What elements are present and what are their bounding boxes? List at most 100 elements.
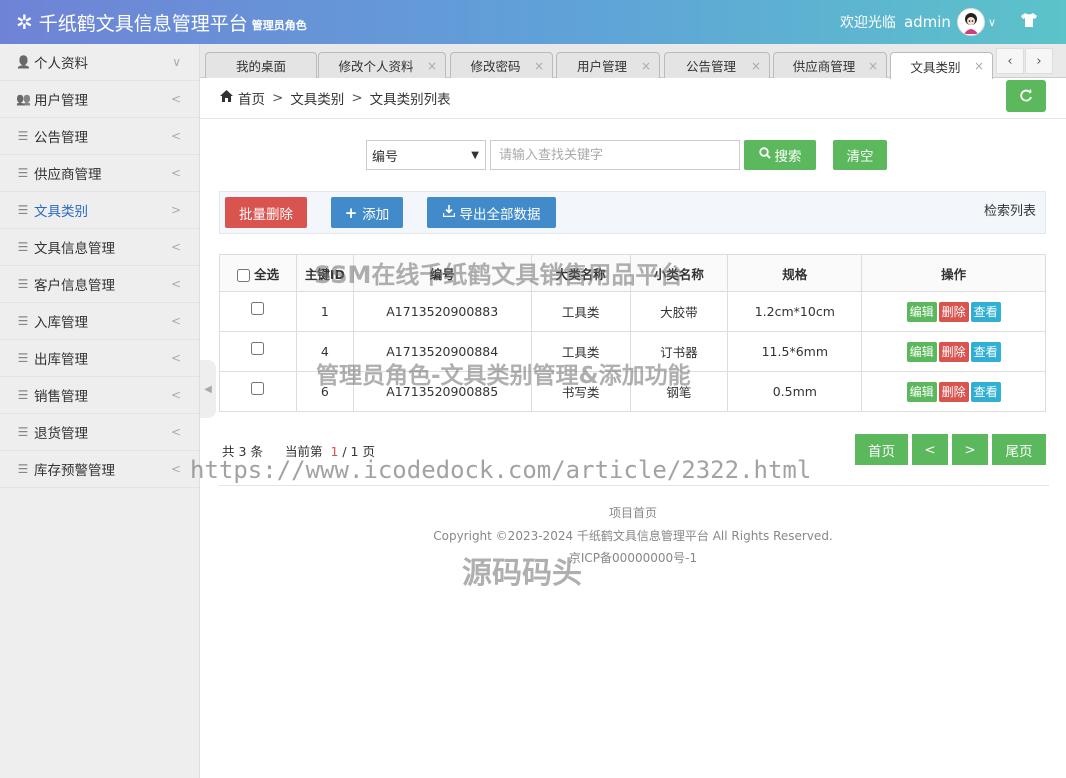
sidebar-item[interactable]: ☰ 退货管理 < — [0, 414, 199, 451]
sidebar-item[interactable]: ☰ 公告管理 < — [0, 118, 199, 155]
delete-button[interactable]: 删除 — [938, 381, 969, 402]
refresh-icon — [1020, 89, 1032, 102]
avatar-image — [963, 13, 978, 34]
username[interactable]: admin — [904, 13, 951, 31]
tab-label: 修改密码 — [470, 59, 521, 74]
edit-button[interactable]: 编辑 — [906, 341, 937, 362]
tab-label: 用户管理 — [576, 59, 627, 74]
search-button[interactable]: 搜索 — [744, 140, 816, 170]
breadcrumb-separator: > — [351, 90, 363, 106]
close-icon[interactable]: × — [534, 59, 544, 73]
sidebar-item[interactable]: ☰ 文具信息管理 < — [0, 229, 199, 266]
row-checkbox[interactable] — [251, 302, 265, 315]
tabs-next-button[interactable]: › — [1025, 48, 1053, 74]
role-label: 管理员角色 — [251, 19, 307, 32]
list-icon: ☰ — [17, 351, 29, 365]
tabs-prev-button[interactable]: ‹ — [996, 48, 1024, 74]
edit-button[interactable]: 编辑 — [906, 381, 937, 402]
list-icon: ☰ — [17, 425, 29, 439]
footer-home-link[interactable]: 项目首页 — [200, 504, 1066, 521]
actions-cell: 编辑 删除 查看 — [861, 291, 1046, 332]
close-icon[interactable]: × — [751, 59, 761, 73]
export-button[interactable]: 导出全部数据 — [427, 197, 556, 228]
tab[interactable]: 修改密码 × — [450, 52, 553, 78]
chevron-down-icon: ▼ — [471, 149, 479, 161]
tab[interactable]: 修改个人资料 × — [318, 52, 446, 78]
edit-button[interactable]: 编辑 — [906, 301, 937, 322]
row-checkbox[interactable] — [251, 342, 265, 355]
breadcrumb-level1[interactable]: 文具类别 — [290, 88, 344, 108]
watermark-title: SSM在线千纸鹤文具销售用品平台 — [314, 261, 684, 289]
delete-button[interactable]: 删除 — [938, 301, 969, 322]
next-page-button[interactable]: > — [952, 434, 988, 465]
add-button[interactable]: + 添加 — [331, 197, 403, 228]
search-icon — [758, 147, 771, 163]
sidebar-item[interactable]: ☰ 入库管理 < — [0, 303, 199, 340]
search-button-label: 搜索 — [774, 149, 802, 165]
gear-icon: ✲ — [16, 10, 33, 34]
table-row: 1 A1713520900883 工具类 大胶带 1.2cm*10cm 编辑 删除 查看 — [219, 291, 1046, 332]
sidebar-item[interactable]: ☰ 供应商管理 < — [0, 155, 199, 192]
tab[interactable]: 我的桌面 — [205, 52, 317, 78]
tab[interactable]: 用户管理 × — [556, 52, 660, 78]
cell-spec: 1.2cm*10cm — [727, 291, 863, 332]
theme-shirt-icon[interactable] — [1018, 12, 1040, 32]
search-field-select[interactable]: 编号 ▼ — [366, 140, 486, 170]
tab[interactable]: 供应商管理 × — [773, 52, 887, 78]
chevron-icon: < — [170, 425, 181, 439]
last-page-button[interactable]: 尾页 — [992, 434, 1046, 465]
column-header: 操作 — [861, 254, 1046, 292]
select-all-header[interactable]: 全选 — [219, 254, 297, 292]
sidebar-item-label: 入库管理 — [34, 315, 88, 331]
list-icon: ☰ — [17, 129, 29, 143]
tab[interactable]: 公告管理 × — [664, 52, 770, 78]
chevron-down-icon[interactable]: ∨ — [988, 16, 996, 29]
divider — [200, 118, 1066, 119]
top-header: ✲ 千纸鹤文具信息管理平台 管理员角色 欢迎光临 admin ∨ — [0, 0, 1066, 44]
sidebar-item-label: 公告管理 — [34, 130, 88, 146]
prev-page-button[interactable]: < — [912, 434, 948, 465]
batch-delete-button[interactable]: 批量删除 — [225, 197, 307, 228]
export-button-label: 导出全部数据 — [459, 206, 541, 223]
sidebar-item-label: 文具类别 — [34, 204, 88, 220]
sidebar-collapse-toggle[interactable]: ◀ — [200, 360, 216, 418]
sidebar-item-label: 库存预警管理 — [34, 463, 115, 479]
cell-code: A1713520900883 — [352, 291, 532, 332]
avatar[interactable] — [956, 8, 985, 36]
sidebar-item-label: 退货管理 — [34, 426, 88, 442]
chevron-icon: < — [170, 166, 181, 180]
cell-id: 1 — [295, 291, 354, 332]
sidebar-item[interactable]: ☰ 文具类别 > — [0, 192, 199, 229]
view-button[interactable]: 查看 — [970, 301, 1001, 322]
close-icon[interactable]: × — [427, 59, 437, 73]
delete-button[interactable]: 删除 — [938, 341, 969, 362]
sidebar-item[interactable]: ☰ 出库管理 < — [0, 340, 199, 377]
select-all-checkbox[interactable] — [236, 268, 250, 282]
tab[interactable]: 文具类别 × — [890, 52, 993, 79]
close-icon[interactable]: × — [974, 59, 984, 73]
close-icon[interactable]: × — [868, 59, 878, 73]
row-checkbox[interactable] — [251, 382, 265, 395]
sidebar-item-label: 用户管理 — [34, 93, 88, 109]
close-icon[interactable]: × — [641, 59, 651, 73]
list-icon: ☰ — [17, 240, 29, 254]
sidebar-item[interactable]: ☰ 库存预警管理 < — [0, 451, 199, 488]
sidebar-item[interactable]: ☰ 客户信息管理 < — [0, 266, 199, 303]
chevron-icon: > — [170, 203, 181, 217]
first-page-button[interactable]: 首页 — [855, 434, 908, 465]
view-button[interactable]: 查看 — [970, 381, 1001, 402]
refresh-button[interactable] — [1006, 80, 1046, 112]
column-header: 规格 — [727, 254, 863, 292]
list-icon: ☰ — [17, 277, 29, 291]
home-icon — [220, 90, 233, 106]
sidebar-item[interactable]: 👥 用户管理 < — [0, 81, 199, 118]
footer-copyright: Copyright ©2023-2024 千纸鹤文具信息管理平台 All Rig… — [433, 529, 833, 543]
view-button[interactable]: 查看 — [970, 341, 1001, 362]
sidebar-item[interactable]: 👤 个人资料 ∨ — [0, 44, 199, 81]
chevron-icon: < — [170, 129, 181, 143]
search-input[interactable] — [490, 140, 740, 170]
clear-button[interactable]: 清空 — [833, 140, 887, 170]
divider — [219, 485, 1049, 486]
breadcrumb-home[interactable]: 首页 — [238, 88, 265, 108]
sidebar-item[interactable]: ☰ 销售管理 < — [0, 377, 199, 414]
